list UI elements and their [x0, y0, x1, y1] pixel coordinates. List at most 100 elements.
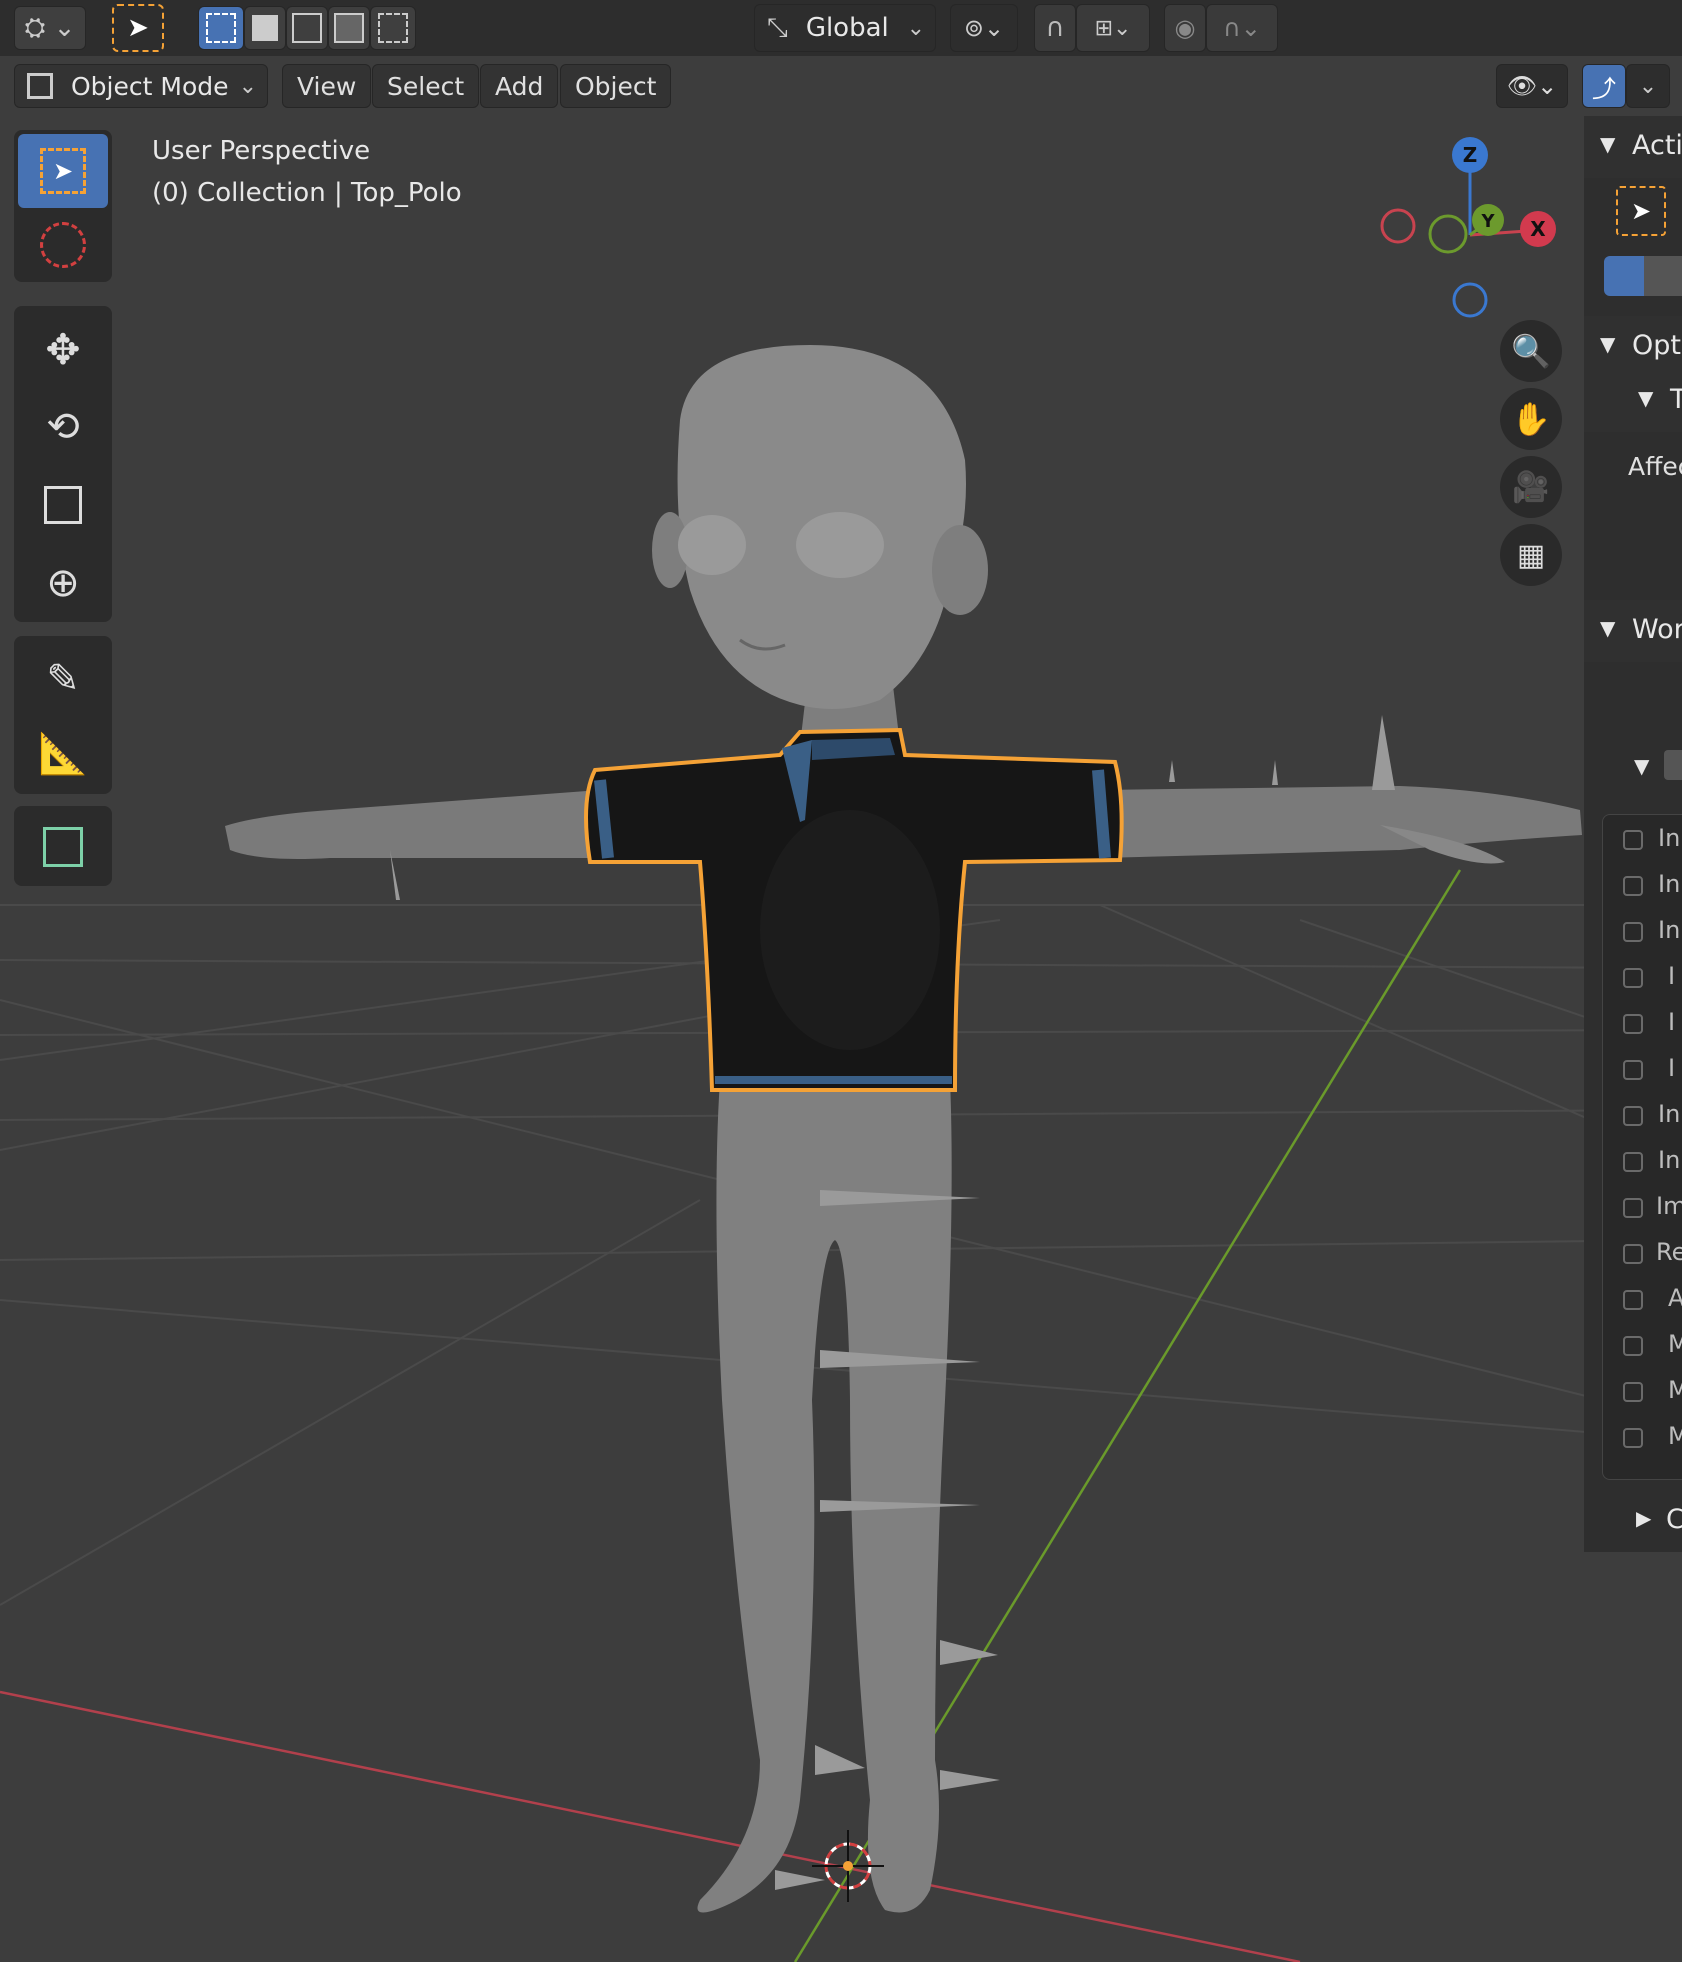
tool-transform[interactable]: ⊕ — [18, 546, 108, 620]
section-collapsed[interactable]: ▶ C — [1584, 1490, 1682, 1552]
select-invert-button[interactable] — [328, 6, 370, 50]
filter-checkbox[interactable] — [1623, 968, 1643, 988]
ruler-icon: 📐 — [38, 730, 88, 777]
pan-button[interactable]: ✋ — [1500, 388, 1562, 450]
section-active-tool[interactable]: ▼ Acti — [1584, 116, 1682, 178]
select-mode-extend[interactable] — [1644, 256, 1682, 296]
filter-checkbox-label: In — [1658, 870, 1681, 898]
hand-icon: ✋ — [1511, 400, 1551, 438]
active-tool-button[interactable]: ➤ — [112, 4, 164, 52]
menu-view[interactable]: View — [282, 64, 372, 108]
neg-x-handle — [1380, 208, 1416, 244]
filter-checkbox-label: In — [1658, 824, 1681, 852]
snap-toggle[interactable]: ∩ — [1034, 4, 1076, 52]
mode-label: Object Mode — [71, 71, 229, 101]
section-transform[interactable]: ▼ Tr — [1584, 370, 1682, 432]
workspace-dropdown[interactable] — [1664, 750, 1682, 780]
filter-checkbox-label: Im — [1656, 1192, 1682, 1220]
filter-checkbox[interactable] — [1623, 830, 1643, 850]
filter-checkbox[interactable] — [1623, 1198, 1643, 1218]
menu-add[interactable]: Add — [480, 64, 559, 108]
select-intersect-icon — [378, 13, 408, 43]
filter-checkbox[interactable] — [1623, 1428, 1643, 1448]
menu-object[interactable]: Object — [560, 64, 672, 108]
x-axis-line — [0, 1690, 1301, 1962]
filter-checkbox[interactable] — [1623, 1336, 1643, 1356]
filter-checkbox[interactable] — [1623, 1014, 1643, 1034]
toolbar-annotate-group: ✎ 📐 — [14, 636, 112, 794]
transform-orientation-label: Global — [805, 13, 889, 43]
tool-add-cube[interactable] — [18, 810, 108, 884]
pivot-point-dropdown[interactable]: ⊚⌄ — [950, 4, 1018, 52]
filter-checkbox-label: In — [1658, 1146, 1681, 1174]
falloff-dropdown[interactable]: ∩⌄ — [1206, 4, 1278, 52]
tool-measure[interactable]: 📐 — [18, 716, 108, 790]
filter-checkbox-label: M — [1668, 1422, 1682, 1450]
filter-checkbox[interactable] — [1623, 922, 1643, 942]
select-new-button[interactable] — [198, 6, 244, 50]
cursor-arrow-icon: ➤ — [127, 13, 149, 43]
tool-cursor[interactable] — [18, 208, 108, 282]
active-tool-preview[interactable]: ➤ — [1616, 186, 1666, 236]
menu-select[interactable]: Select — [372, 64, 480, 108]
select-box-icon: ➤ — [40, 148, 86, 194]
select-mode-new[interactable] — [1604, 256, 1644, 296]
gizmo-dropdown[interactable]: ⌄ — [1626, 64, 1670, 108]
y-axis-label: Y — [1480, 211, 1495, 232]
section-options-label: Opt — [1632, 330, 1681, 361]
collapse-arrow-icon: ▼ — [1600, 332, 1616, 356]
x-axis-label: X — [1530, 217, 1546, 241]
filter-checkbox-label: I — [1668, 962, 1676, 990]
tool-select-box[interactable]: ➤ — [18, 134, 108, 208]
visibility-dropdown[interactable]: 👁⌄ — [1496, 64, 1568, 108]
zoom-icon: 🔍 — [1511, 332, 1551, 370]
expand-arrow-icon: ▶ — [1636, 1506, 1652, 1530]
section-options[interactable]: ▼ Opt — [1584, 316, 1682, 378]
filter-checkbox[interactable] — [1623, 1106, 1643, 1126]
filter-checkbox-label: In — [1658, 1100, 1681, 1128]
chevron-down-icon: ⌄ — [1638, 73, 1658, 99]
eye-icon: 👁⌄ — [1506, 72, 1558, 100]
perspective-toggle-button[interactable]: ▦ — [1500, 524, 1562, 586]
filter-checkbox[interactable] — [1623, 1382, 1643, 1402]
rotate-icon: ⟲ — [46, 404, 80, 450]
tool-rotate[interactable]: ⟲ — [18, 390, 108, 464]
gizmo-toggle[interactable]: ⤴ — [1582, 64, 1626, 108]
select-invert-icon — [334, 13, 364, 43]
filter-checkbox-label: In — [1658, 916, 1681, 944]
pivot-icon: ⊚⌄ — [963, 14, 1005, 42]
move-icon: ✥ — [45, 324, 81, 374]
transform-orientation-dropdown[interactable]: ⤡ Global ⌄ — [754, 4, 936, 52]
filter-checkbox[interactable] — [1623, 1152, 1643, 1172]
snap-target-dropdown[interactable]: ⊞⌄ — [1076, 4, 1150, 52]
filter-checkbox[interactable] — [1623, 1290, 1643, 1310]
select-extend-icon — [252, 15, 278, 41]
filter-checkbox[interactable] — [1623, 876, 1643, 896]
select-subtract-button[interactable] — [286, 6, 328, 50]
zoom-button[interactable]: 🔍 — [1500, 320, 1562, 382]
filter-checkbox-label: I — [1668, 1054, 1676, 1082]
editor-type-button[interactable]: ⛭ ⌄ — [14, 6, 86, 50]
navigation-gizmo[interactable]: Z Y X — [1370, 130, 1570, 330]
select-extend-button[interactable] — [244, 6, 286, 50]
tool-move[interactable]: ✥ — [18, 312, 108, 386]
mode-dropdown[interactable]: Object Mode ⌄ — [14, 64, 268, 108]
tool-annotate[interactable]: ✎ — [18, 642, 108, 716]
tool-scale[interactable] — [18, 468, 108, 542]
affect-only-label: Affec — [1628, 452, 1682, 481]
section-workspace[interactable]: ▼ Wor — [1584, 600, 1682, 662]
select-subtract-icon — [292, 13, 322, 43]
view-name: User Perspective — [152, 136, 371, 166]
filter-checkbox[interactable] — [1623, 1060, 1643, 1080]
proportional-edit-toggle[interactable]: ◉ — [1164, 4, 1206, 52]
gizmo-icon: ⤴ — [1592, 74, 1616, 103]
select-intersect-button[interactable] — [370, 6, 416, 50]
grid-icon: ▦ — [1516, 537, 1546, 573]
camera-view-button[interactable]: 🎥 — [1500, 456, 1562, 518]
section-workspace-label: Wor — [1632, 614, 1682, 645]
z-axis-label: Z — [1463, 143, 1478, 167]
orientation-axes-icon: ⤡ — [767, 12, 788, 43]
character-mesh[interactable] — [225, 345, 1582, 1913]
cursor-arrow-icon: ➤ — [1630, 197, 1652, 225]
filter-checkbox[interactable] — [1623, 1244, 1643, 1264]
